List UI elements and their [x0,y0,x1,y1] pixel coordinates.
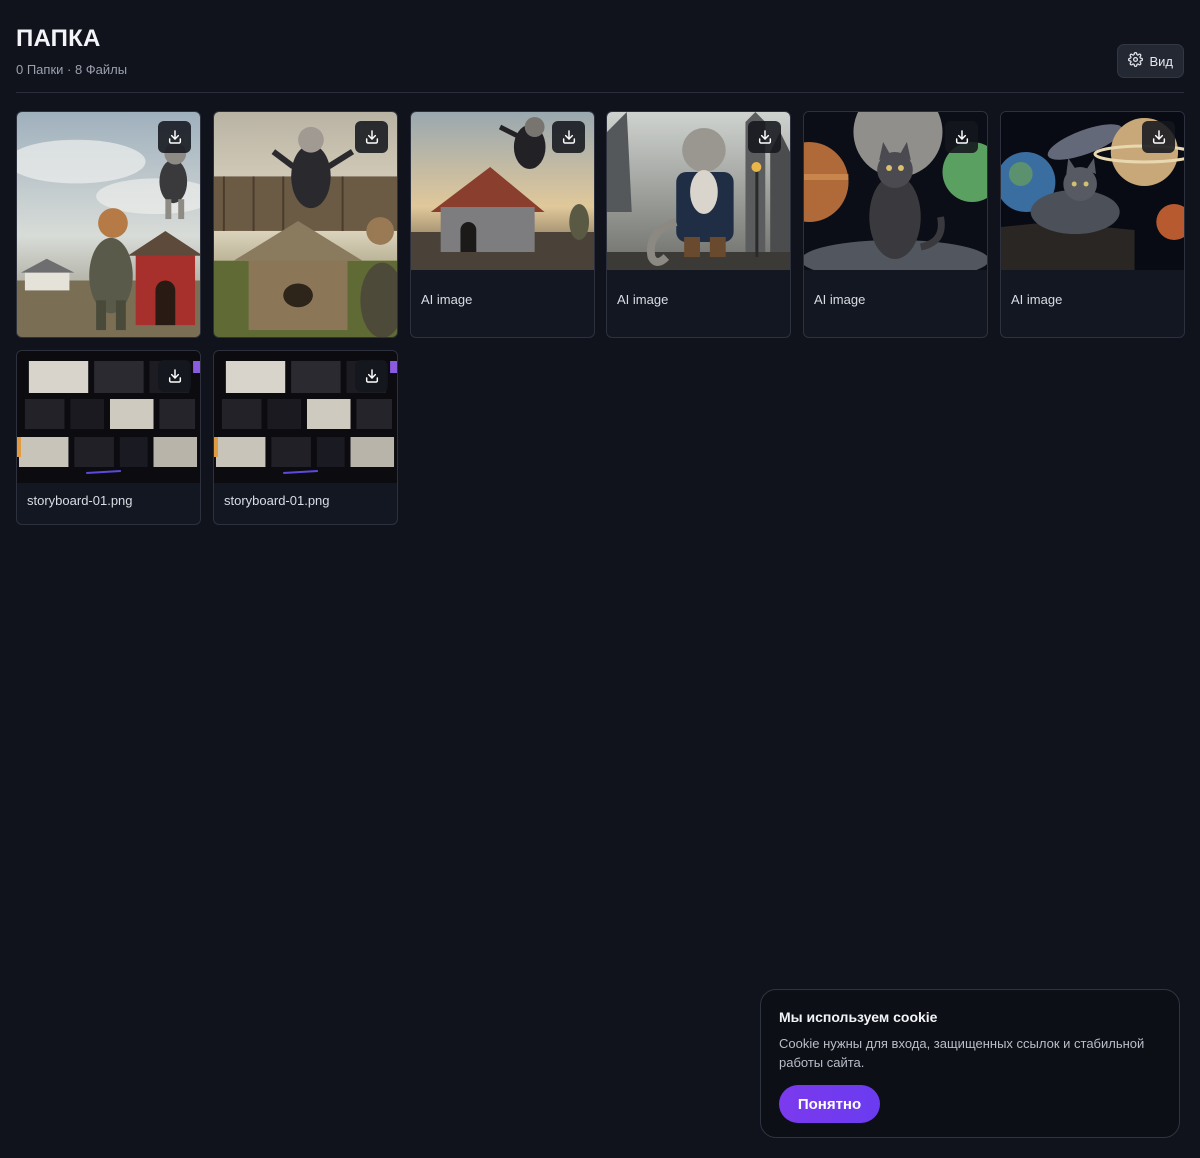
cookie-text: Cookie нужны для входа, защищенных ссыло… [779,1036,1145,1070]
file-name: AI image [814,292,866,307]
view-button[interactable]: Вид [1117,44,1184,78]
download-button[interactable] [945,121,978,153]
download-button[interactable] [552,121,585,153]
download-icon [757,129,773,145]
download-button[interactable] [748,121,781,153]
file-card[interactable]: AI image [803,111,988,338]
file-name: storyboard-01.png [27,493,133,508]
file-card[interactable]: AI image [410,111,595,338]
download-button[interactable] [355,121,388,153]
download-button[interactable] [158,360,191,392]
file-card[interactable]: AI image [606,111,791,338]
file-name: AI image [421,292,473,307]
cookie-title: Мы используем cookie [779,1009,938,1025]
download-icon [364,129,380,145]
download-icon [167,129,183,145]
page-title: ПАПКА [16,25,101,52]
folder-header: ПАПКА 0 Папки · 8 Файлы Вид [16,24,1184,93]
download-icon [364,368,380,384]
file-name: AI image [1011,292,1063,307]
file-card[interactable]: storyboard-01.png [213,350,398,525]
cookie-banner: Мы используем cookie Cookie нужны для вх… [760,989,1180,1138]
download-icon [167,368,183,384]
view-button-label: Вид [1149,53,1173,69]
gear-icon [1128,52,1144,70]
download-button[interactable] [355,360,388,392]
download-icon [1151,129,1167,145]
file-card[interactable]: AI image [1000,111,1185,338]
folder-stats: 0 Папки · 8 Файлы [16,62,128,77]
download-icon [954,129,970,145]
page: ПАПКА 0 Папки · 8 Файлы Вид AI image AI … [0,0,1200,1158]
download-button[interactable] [1142,121,1175,153]
download-button[interactable] [158,121,191,153]
file-card[interactable] [16,111,201,338]
file-name: AI image [617,292,669,307]
file-name: storyboard-01.png [224,493,330,508]
file-card[interactable] [213,111,398,338]
download-icon [561,129,577,145]
accept-cookies-button[interactable]: Понятно [779,1085,880,1123]
file-card[interactable]: storyboard-01.png [16,350,201,525]
